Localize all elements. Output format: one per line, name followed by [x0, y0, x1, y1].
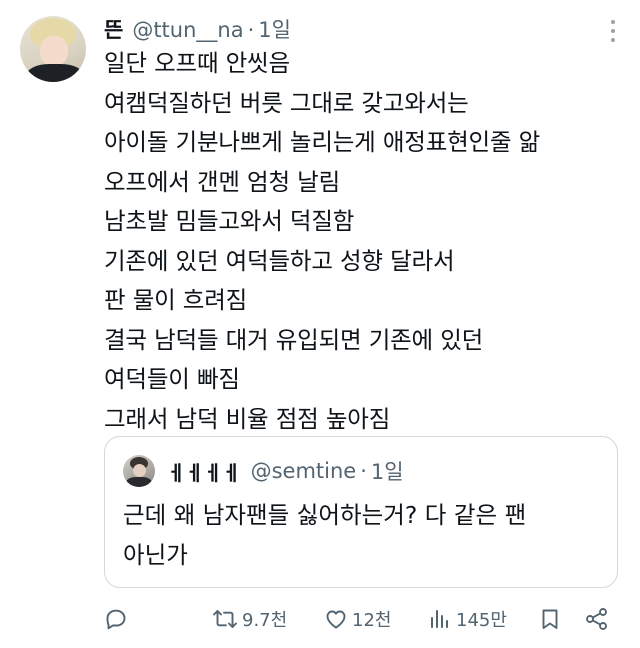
more-options-icon[interactable]	[610, 20, 616, 42]
views-count: 145만	[456, 610, 507, 631]
author-name[interactable]: 뜬	[104, 14, 123, 44]
quoted-avatar-body	[126, 477, 152, 487]
action-bar: 9.7천 12천 145만	[104, 602, 616, 636]
quoted-author-name: ㅔㅔㅔㅔ	[167, 460, 241, 485]
like-count: 12천	[352, 610, 392, 631]
share-icon	[584, 607, 610, 631]
tweet-line: 오프에서 갠멘 엄청 날림	[104, 167, 341, 196]
header-separator: ·	[247, 18, 255, 42]
quoted-line: 아닌가	[123, 541, 188, 569]
tweet-line: 결국 남덕들 대거 유입되면 기존에 있던	[104, 325, 484, 354]
quoted-separator: ·	[360, 459, 367, 483]
share-button[interactable]	[584, 602, 610, 636]
retweet-button[interactable]: 9.7천	[212, 602, 287, 636]
retweet-count: 9.7천	[242, 610, 288, 631]
tweet-line: 그래서 남덕 비율 점점 높아짐	[104, 404, 391, 433]
tweet-timestamp[interactable]: 1일	[258, 14, 291, 44]
quoted-author-handle: @semtine	[250, 459, 357, 483]
tweet-line: 남초발 밈들고와서 덕질함	[104, 207, 355, 235]
author-avatar[interactable]	[20, 16, 86, 82]
tweet-header: 뜬 @ttun__na · 1일	[104, 14, 291, 44]
heart-icon	[324, 607, 348, 631]
reply-icon	[104, 607, 128, 631]
retweet-icon	[212, 607, 238, 631]
like-button[interactable]: 12천	[324, 602, 391, 636]
quoted-line: 근데 왜 남자팬들 싫어하는거? 다 같은 팬	[123, 501, 527, 529]
tweet-line: 여덕들이 빠짐	[104, 365, 240, 393]
more-dot	[611, 29, 615, 33]
quoted-text: 근데 왜 남자팬들 싫어하는거? 다 같은 팬 아닌가	[123, 495, 603, 575]
quoted-header: ㅔㅔㅔㅔ @semtine · 1일	[123, 455, 404, 487]
reply-button[interactable]	[104, 602, 128, 636]
quoted-avatar-face	[133, 464, 146, 477]
views-icon	[428, 607, 452, 631]
tweet-text: 일단 오프때 안씻음 여캠덕질하던 버릇 그대로 갖고와서는 아이돌 기분나쁘게…	[104, 44, 624, 439]
tweet-line: 기존에 있던 여덕들하고 성향 달라서	[104, 246, 455, 275]
avatar-body	[26, 64, 84, 82]
tweet-line: 여캠덕질하던 버릇 그대로 갖고와서는	[104, 88, 469, 117]
more-dot	[611, 38, 615, 42]
views-button[interactable]: 145만	[428, 602, 507, 636]
bookmark-icon	[538, 607, 562, 631]
tweet-line: 아이돌 기분나쁘게 놀리는게 애정표현인줄 앎	[104, 128, 541, 156]
quoted-avatar	[123, 455, 155, 487]
more-dot	[611, 20, 615, 24]
avatar-face	[40, 36, 68, 66]
bookmark-button[interactable]	[538, 602, 562, 636]
quoted-tweet[interactable]: ㅔㅔㅔㅔ @semtine · 1일 근데 왜 남자팬들 싫어하는거? 다 같은…	[104, 436, 618, 588]
author-handle[interactable]: @ttun__na	[132, 18, 243, 42]
tweet-line: 판 물이 흐려짐	[104, 286, 248, 314]
quoted-timestamp: 1일	[370, 460, 404, 484]
tweet-line: 일단 오프때 안씻음	[104, 49, 290, 77]
